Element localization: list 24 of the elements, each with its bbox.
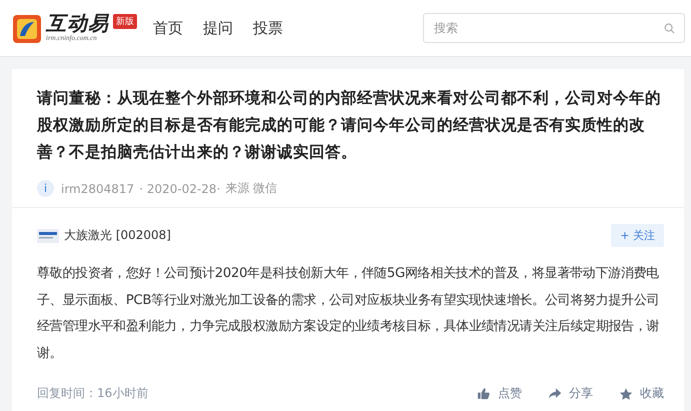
search-field[interactable]: 搜索: [423, 13, 685, 43]
question-date: · 2020-02-28·: [139, 182, 220, 196]
new-badge: 新版: [113, 14, 137, 29]
company-logo-icon: [37, 228, 59, 242]
action-link[interactable]: 分享: [569, 385, 593, 402]
search-icon: [664, 23, 675, 34]
share-arrow-icon: [548, 387, 562, 400]
question-text: 请问董秘：从现在整个外部环境和公司的内部经营状况来看对公司都不利，公司对今年的股权激励所定的目标是否有能完成的可能？请问今年公司的经营状况是否有实质性的改善？不是拍脑壳估计出来的？谢谢诚实回答。: [37, 88, 662, 163]
follow-button[interactable]: + 关注: [611, 224, 664, 247]
action-link[interactable]: 点赞: [498, 385, 522, 402]
answer-text: 尊敬的投资者，您好！公司预计2020年是科技创新大年，伴随5G网络相关技术的普及，将显著带动下游消费电子、显示面板、PCB等行业对激光加工设备的需求，公司对应板块业务有望实现快速增长。公司将努力提升公司经营管理水平和盈利能力，力争完成股权激励方案设定的业绩考核目标，具体业绩情况请关注后续定期报告，谢谢。: [37, 264, 660, 362]
reply-time: 回复时间：16小时前: [37, 385, 148, 402]
star-icon: [619, 387, 633, 400]
action-link[interactable]: 收藏: [640, 385, 664, 402]
nav-link[interactable]: 提问: [203, 18, 233, 38]
user-avatar: i: [37, 180, 54, 197]
nav-link[interactable]: 首页: [153, 18, 183, 38]
thumbs-up-icon: [477, 387, 491, 400]
nav-link[interactable]: 投票: [253, 18, 283, 38]
logo-name: 互动易: [46, 12, 109, 34]
user-name[interactable]: irm2804817: [61, 182, 134, 196]
question-source: 来源 微信: [225, 180, 278, 197]
company-name[interactable]: 大族激光 [002008]: [64, 227, 171, 244]
logo-icon: [12, 14, 42, 44]
